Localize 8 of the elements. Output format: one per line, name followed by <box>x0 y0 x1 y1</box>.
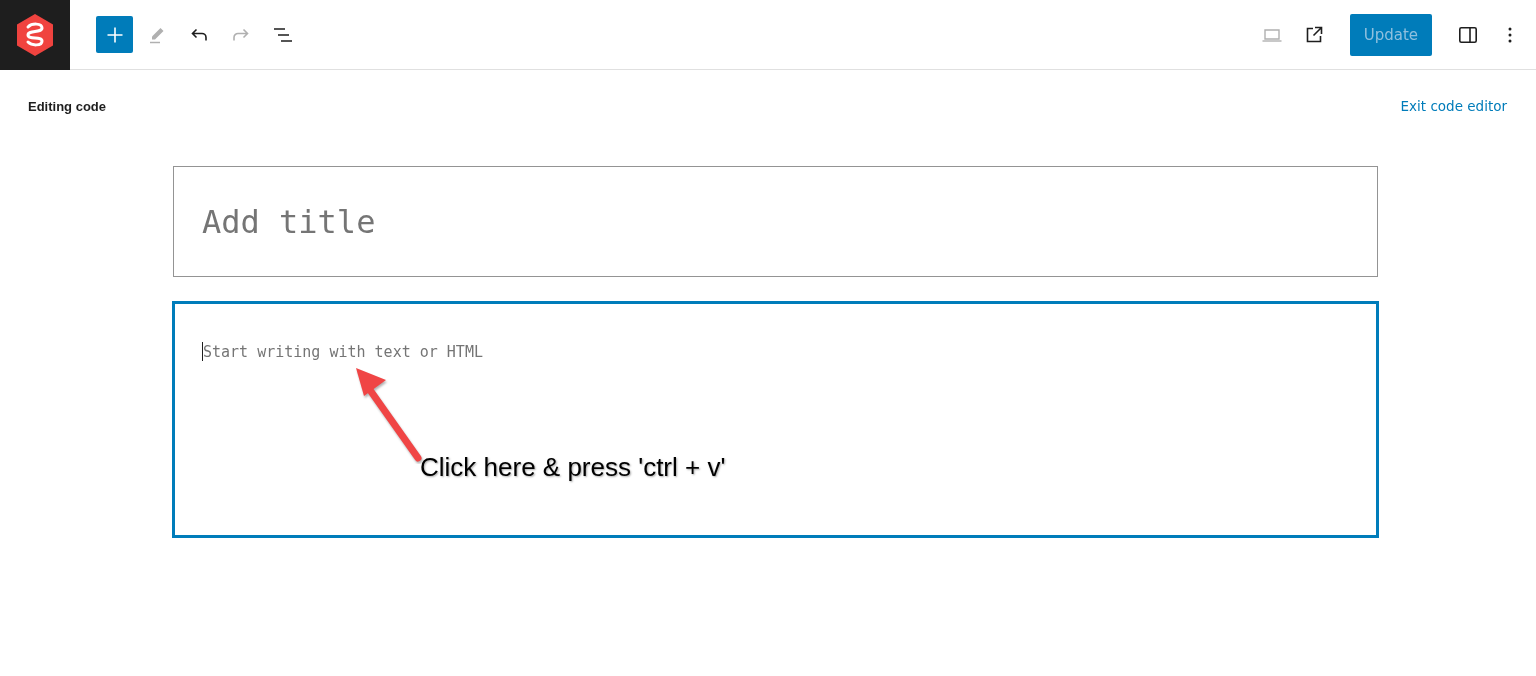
add-button[interactable] <box>96 16 133 53</box>
more-menu-icon <box>1508 26 1512 43</box>
logo-icon <box>15 12 55 57</box>
title-field[interactable]: Add title <box>173 166 1378 277</box>
annotation-text: Click here & press 'ctrl + v' <box>420 452 726 483</box>
editing-code-label: Editing code <box>28 98 106 114</box>
exit-code-editor-link[interactable]: Exit code editor <box>1400 98 1507 114</box>
content-placeholder: Start writing with text or HTML <box>203 342 483 361</box>
